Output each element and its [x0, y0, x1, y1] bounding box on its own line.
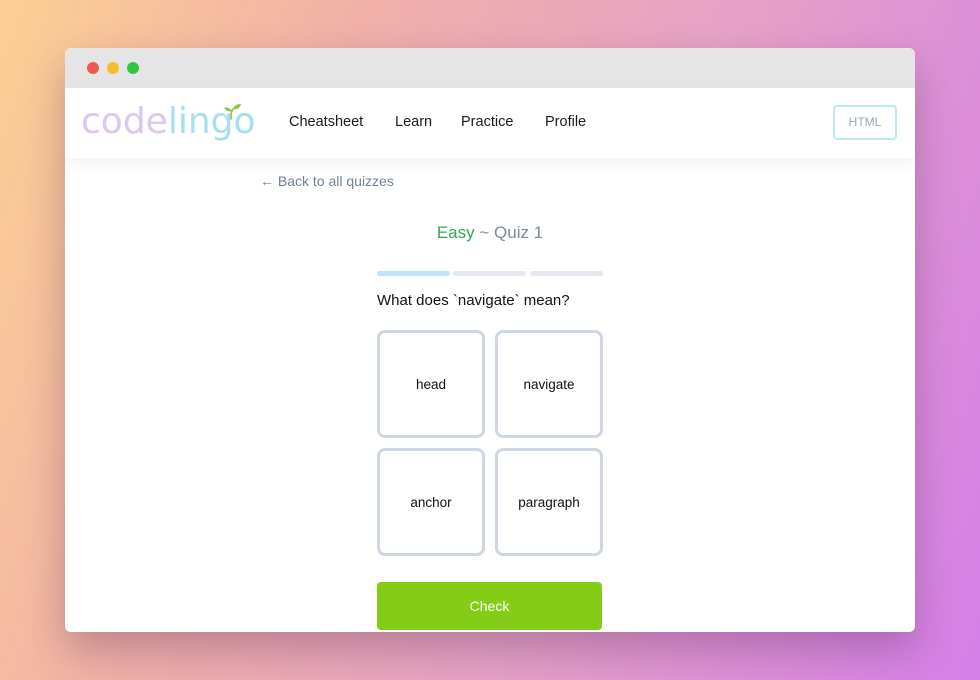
nav-link-cheatsheet[interactable]: Cheatsheet: [289, 113, 363, 131]
back-to-quizzes-link[interactable]: ← Back to all quizzes: [260, 173, 394, 189]
answer-option[interactable]: navigate: [495, 330, 603, 438]
top-navbar: codelingo Cheatsheet Learn Practice Prof…: [65, 88, 915, 158]
question-text: What does `navigate` mean?: [377, 292, 570, 309]
answer-option-label: navigate: [523, 376, 575, 392]
logo-text-lingo: lingo: [167, 101, 256, 142]
quiz-title: Easy ~ Quiz 1: [65, 222, 915, 244]
maximize-window-icon[interactable]: [127, 62, 139, 74]
sprout-icon: [224, 104, 241, 120]
answer-option-label: anchor: [410, 494, 452, 510]
nav-link-profile[interactable]: Profile: [545, 113, 586, 131]
window-titlebar: [65, 48, 915, 88]
minimize-window-icon[interactable]: [107, 62, 119, 74]
progress-segment: [377, 271, 450, 276]
check-answer-button[interactable]: Check: [377, 582, 602, 630]
language-select-button[interactable]: HTML: [833, 105, 897, 140]
browser-window: codelingo Cheatsheet Learn Practice Prof…: [65, 48, 915, 632]
logo-text-code: code: [81, 101, 168, 142]
answer-option-label: paragraph: [518, 494, 580, 510]
answer-option[interactable]: head: [377, 330, 485, 438]
close-window-icon[interactable]: [87, 62, 99, 74]
nav-link-practice[interactable]: Practice: [461, 113, 513, 131]
answer-option-label: head: [415, 376, 447, 392]
difficulty-label: Easy: [436, 223, 475, 242]
nav-link-learn[interactable]: Learn: [395, 113, 432, 131]
answer-option[interactable]: anchor: [377, 448, 485, 556]
quiz-number-label: ~ Quiz 1: [474, 223, 544, 242]
codelingo-logo[interactable]: codelingo: [81, 94, 256, 150]
progress-segment: [530, 271, 603, 276]
answer-option[interactable]: paragraph: [495, 448, 603, 556]
progress-segment: [453, 271, 526, 276]
